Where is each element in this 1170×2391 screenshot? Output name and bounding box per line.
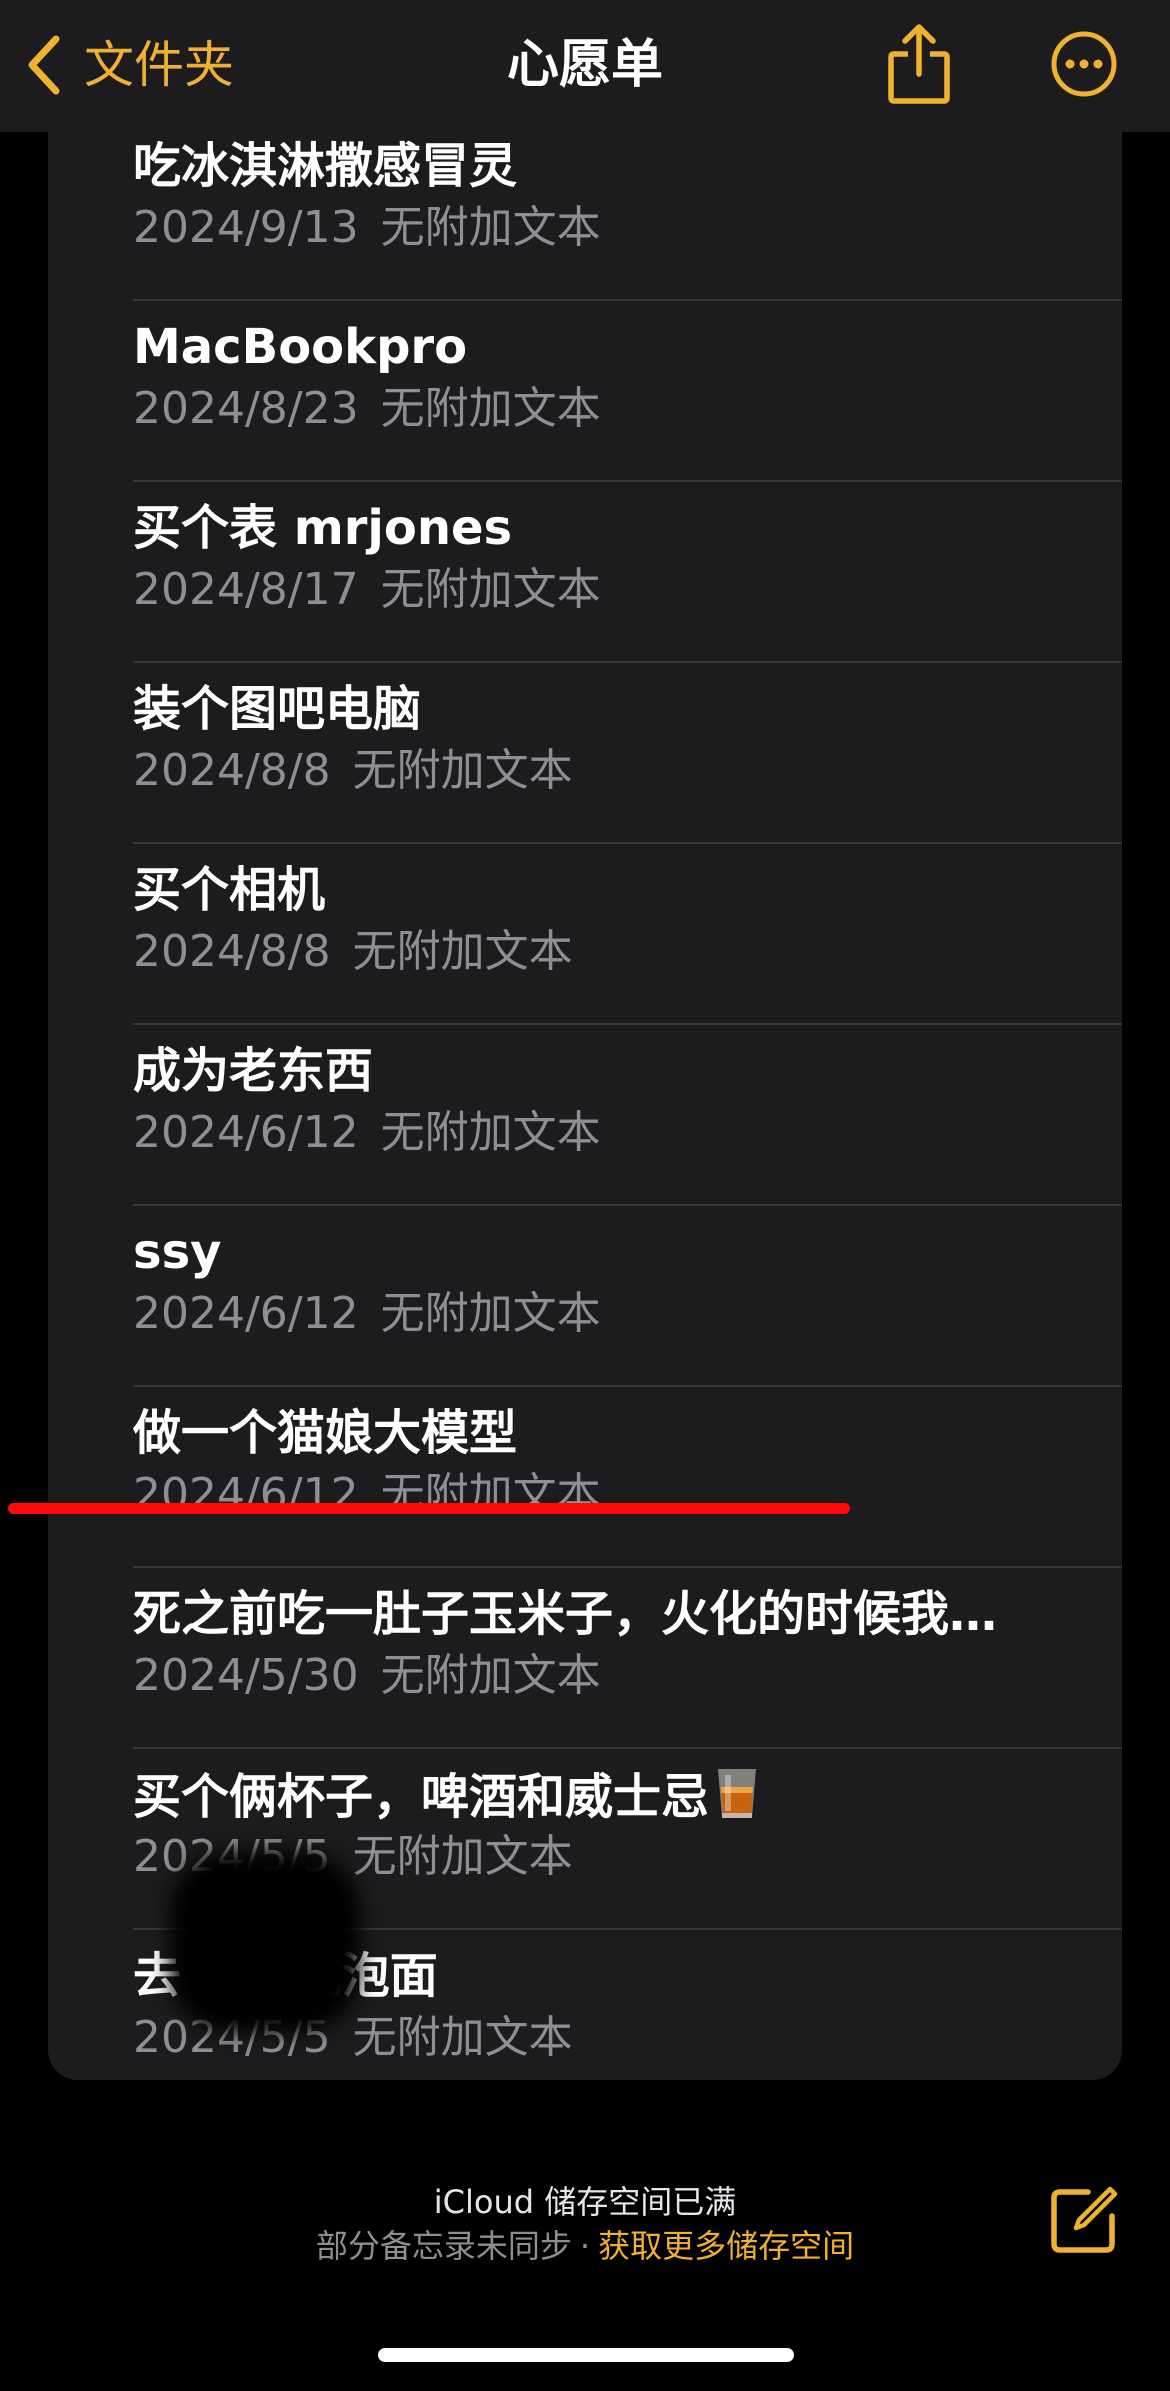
note-date: 2024/9/13 <box>133 202 359 253</box>
note-date: 2024/8/8 <box>133 926 331 977</box>
ellipsis-circle-icon <box>1050 31 1118 102</box>
more-options-button[interactable] <box>1050 30 1118 98</box>
home-indicator[interactable] <box>378 2348 794 2362</box>
whisky-glass-icon <box>715 1765 759 1821</box>
separator-dot: · <box>579 2227 591 2265</box>
note-title: MacBookpro <box>133 319 468 375</box>
note-meta: 2024/6/12 无附加文本 <box>133 1286 601 1342</box>
storage-full-message: iCloud 储存空间已满 <box>433 2183 737 2221</box>
sync-warning-text: 部分备忘录未同步 <box>315 2227 572 2265</box>
note-preview: 无附加文本 <box>380 383 601 434</box>
note-date: 2024/8/23 <box>133 383 359 434</box>
note-row[interactable]: ssy 2024/6/12 无附加文本 <box>48 1206 1122 1387</box>
privacy-blur <box>170 1852 360 2032</box>
note-meta: 2024/9/13 无附加文本 <box>133 200 601 256</box>
note-meta: 2024/8/17 无附加文本 <box>133 562 601 618</box>
note-date: 2024/6/12 <box>133 1107 359 1158</box>
note-title: 买个俩杯子，啤酒和威士忌 <box>133 1769 710 1825</box>
navigation-bar: 文件夹 心愿单 <box>0 0 1170 132</box>
note-row[interactable]: 买个相机 2024/8/8 无附加文本 <box>48 844 1122 1025</box>
note-title: 买个表 mrjones <box>133 500 513 556</box>
note-title-wrap: 买个俩杯子，啤酒和威士忌 <box>133 1765 759 1827</box>
share-icon <box>886 24 952 110</box>
notes-list: 吃冰淇淋撒感冒灵 2024/9/13 无附加文本 MacBookpro 2024/… <box>48 120 1122 2080</box>
red-annotation-line <box>8 1503 850 1514</box>
note-title: 成为老东西 <box>133 1043 374 1099</box>
note-meta: 2024/6/12 无附加文本 <box>133 1105 601 1161</box>
note-preview: 无附加文本 <box>352 1831 573 1882</box>
compose-icon <box>1048 2186 1120 2260</box>
note-row[interactable]: 吃冰淇淋撒感冒灵 2024/9/13 无附加文本 <box>48 120 1122 301</box>
note-meta: 2024/8/8 无附加文本 <box>133 924 573 980</box>
sync-status-line: 部分备忘录未同步 · 获取更多储存空间 <box>0 2224 1170 2268</box>
note-title: 死之前吃一肚子玉米子，火化的时候我… <box>133 1586 998 1642</box>
note-preview: 无附加文本 <box>352 926 573 977</box>
note-preview: 无附加文本 <box>352 745 573 796</box>
note-meta: 2024/8/23 无附加文本 <box>133 381 601 437</box>
compose-button[interactable] <box>1048 2184 1120 2256</box>
note-row[interactable]: 死之前吃一肚子玉米子，火化的时候我… 2024/5/30 无附加文本 <box>48 1568 1122 1749</box>
note-title: 买个相机 <box>133 862 326 918</box>
note-meta: 2024/6/12 无附加文本 <box>133 1467 601 1523</box>
share-button[interactable] <box>886 22 952 106</box>
note-meta: 2024/5/30 无附加文本 <box>133 1648 601 1704</box>
notes-list-card: 吃冰淇淋撒感冒灵 2024/9/13 无附加文本 MacBookpro 2024/… <box>48 40 1122 2080</box>
get-more-storage-link[interactable]: 获取更多储存空间 <box>598 2227 854 2265</box>
note-date: 2024/8/17 <box>133 564 359 615</box>
note-row[interactable]: 成为老东西 2024/6/12 无附加文本 <box>48 1025 1122 1206</box>
note-title: 装个图吧电脑 <box>133 681 422 737</box>
note-preview: 无附加文本 <box>380 1107 601 1158</box>
icloud-status: iCloud 储存空间已满 部分备忘录未同步 · 获取更多储存空间 <box>0 2180 1170 2268</box>
note-preview: 无附加文本 <box>352 2012 573 2063</box>
note-row[interactable]: MacBookpro 2024/8/23 无附加文本 <box>48 301 1122 482</box>
note-row[interactable]: 装个图吧电脑 2024/8/8 无附加文本 <box>48 663 1122 844</box>
note-meta: 2024/8/8 无附加文本 <box>133 743 573 799</box>
note-date: 2024/5/30 <box>133 1650 359 1701</box>
note-date: 2024/6/12 <box>133 1288 359 1339</box>
note-row[interactable]: 做一个猫娘大模型 2024/6/12 无附加文本 <box>48 1387 1122 1568</box>
note-date: 2024/8/8 <box>133 745 331 796</box>
note-title: 吃冰淇淋撒感冒灵 <box>133 138 518 194</box>
note-preview: 无附加文本 <box>380 564 601 615</box>
note-preview: 无附加文本 <box>380 202 601 253</box>
page-title: 心愿单 <box>506 35 663 95</box>
note-preview: 无附加文本 <box>380 1288 601 1339</box>
note-row[interactable]: 买个表 mrjones 2024/8/17 无附加文本 <box>48 482 1122 663</box>
note-title: ssy <box>133 1224 222 1280</box>
note-preview: 无附加文本 <box>380 1650 601 1701</box>
note-title: 做一个猫娘大模型 <box>133 1405 518 1461</box>
